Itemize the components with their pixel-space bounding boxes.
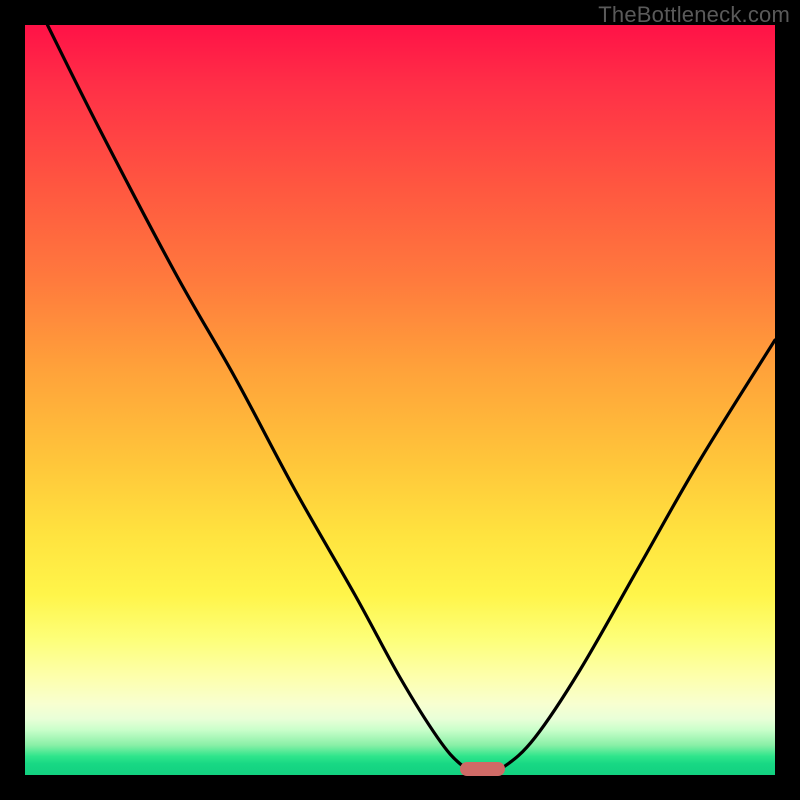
watermark-text: TheBottleneck.com [598, 2, 790, 28]
plot-area [25, 25, 775, 775]
bottleneck-curve [48, 25, 776, 770]
curve-svg [25, 25, 775, 775]
optimum-marker [460, 762, 505, 776]
chart-frame: TheBottleneck.com [0, 0, 800, 800]
